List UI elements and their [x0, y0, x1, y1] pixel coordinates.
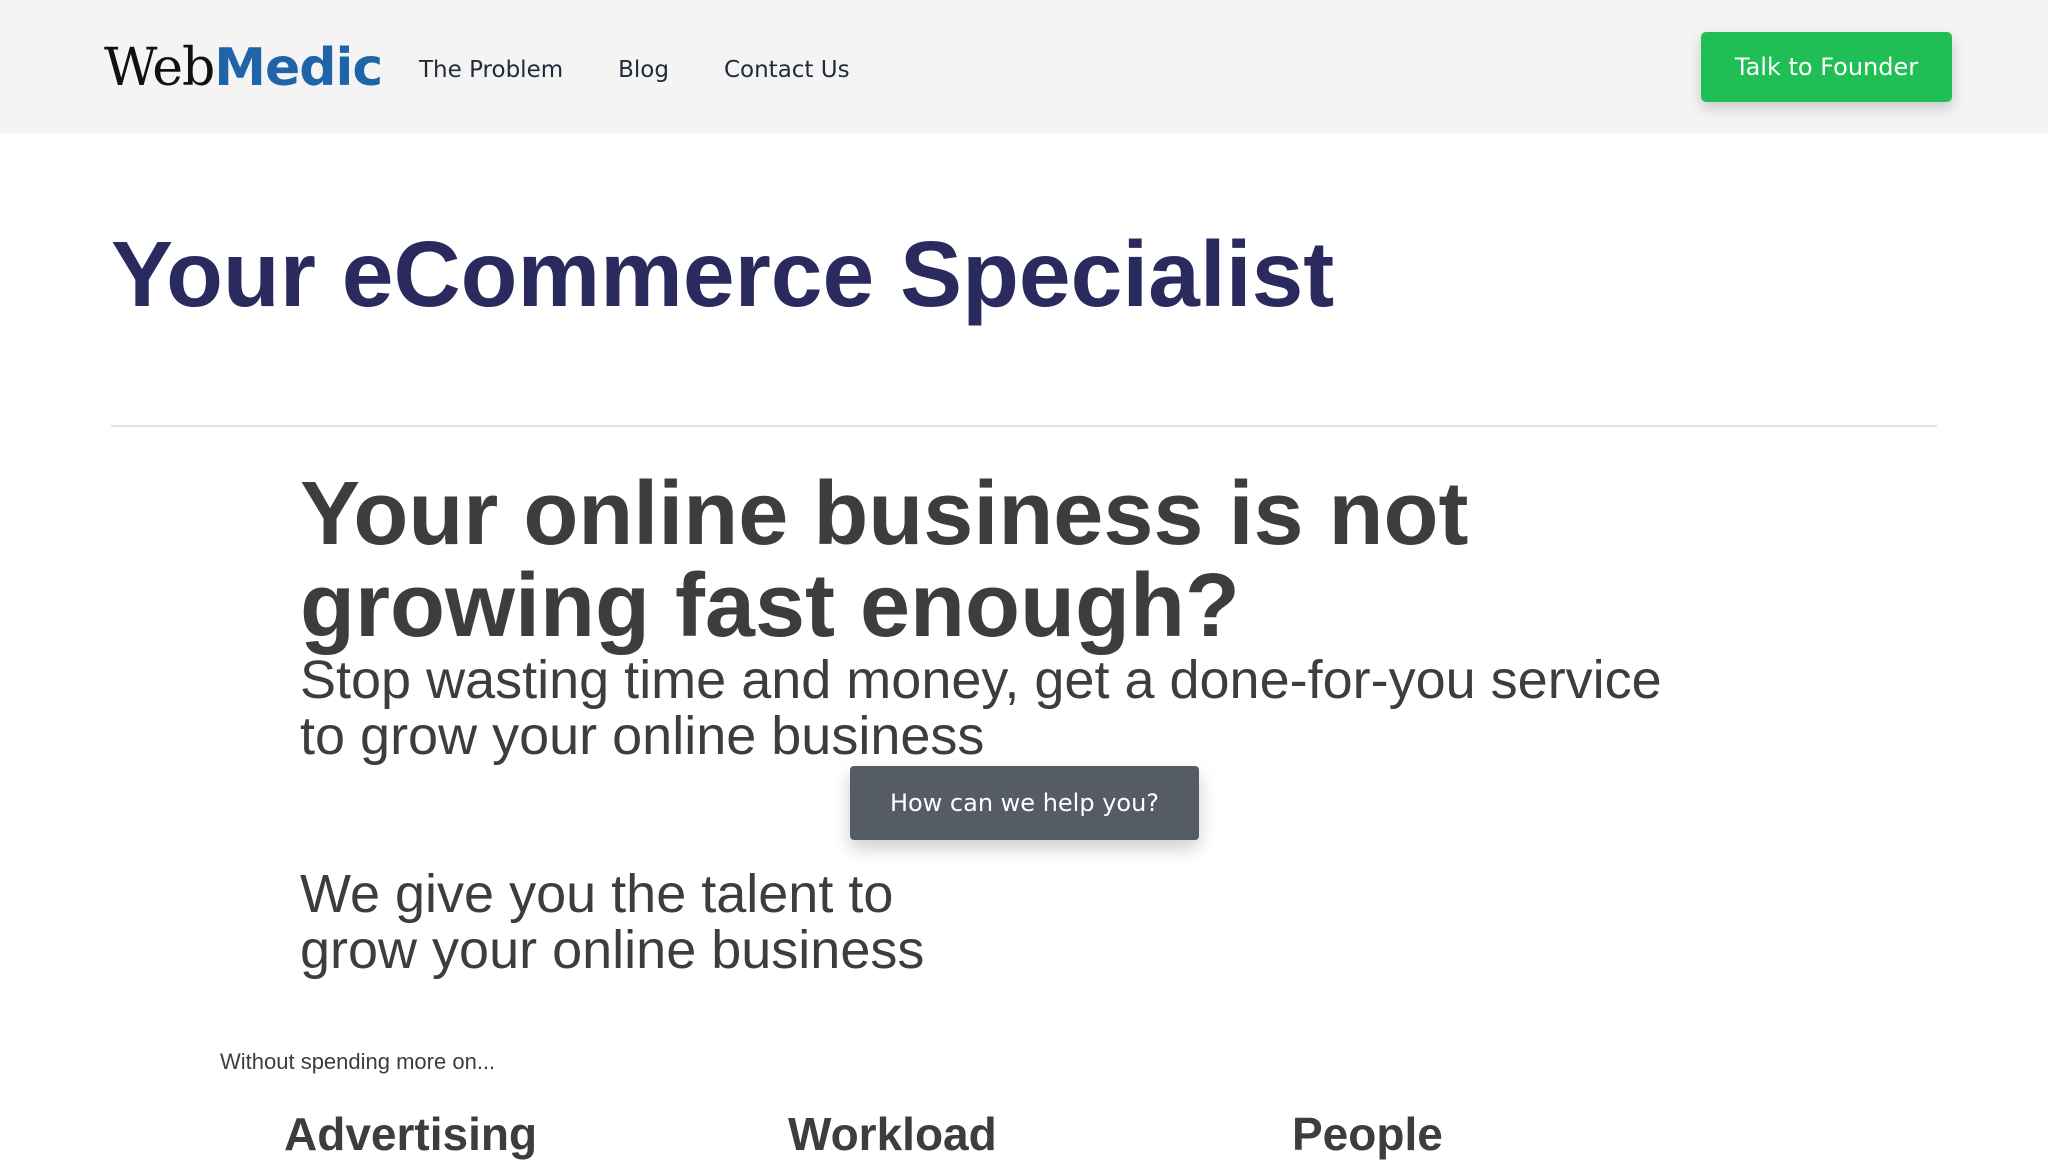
talent-statement: We give you the talent to grow your onli… — [300, 866, 1060, 978]
how-can-we-help-button[interactable]: How can we help you? — [850, 766, 1199, 840]
logo-web-text: Web — [104, 38, 215, 98]
webmedic-logo[interactable]: WebMedic — [104, 38, 383, 98]
nav-link-the-problem[interactable]: The Problem — [419, 52, 563, 88]
talk-to-founder-button[interactable]: Talk to Founder — [1701, 32, 1952, 102]
hero-title: Your eCommerce Specialist — [111, 222, 1335, 326]
without-spending-label: Without spending more on... — [220, 1049, 496, 1074]
category-people: People — [1292, 1108, 1443, 1160]
problem-subheading: Stop wasting time and money, get a done-… — [300, 650, 1662, 766]
category-advertising: Advertising — [284, 1108, 538, 1160]
talent-line-2: grow your online business — [300, 920, 925, 980]
nav-link-contact-us[interactable]: Contact Us — [724, 52, 850, 88]
section-divider — [111, 425, 1937, 427]
logo-medic-text: Medic — [214, 38, 383, 98]
category-workload: Workload — [788, 1108, 997, 1160]
main-nav: The Problem Blog Contact Us — [419, 52, 905, 88]
talent-line-1: We give you the talent to — [300, 864, 894, 924]
nav-link-blog[interactable]: Blog — [618, 52, 669, 88]
problem-heading: Your online business is not growing fast… — [300, 464, 1469, 656]
site-header: WebMedic The Problem Blog Contact Us Tal… — [0, 0, 2048, 133]
